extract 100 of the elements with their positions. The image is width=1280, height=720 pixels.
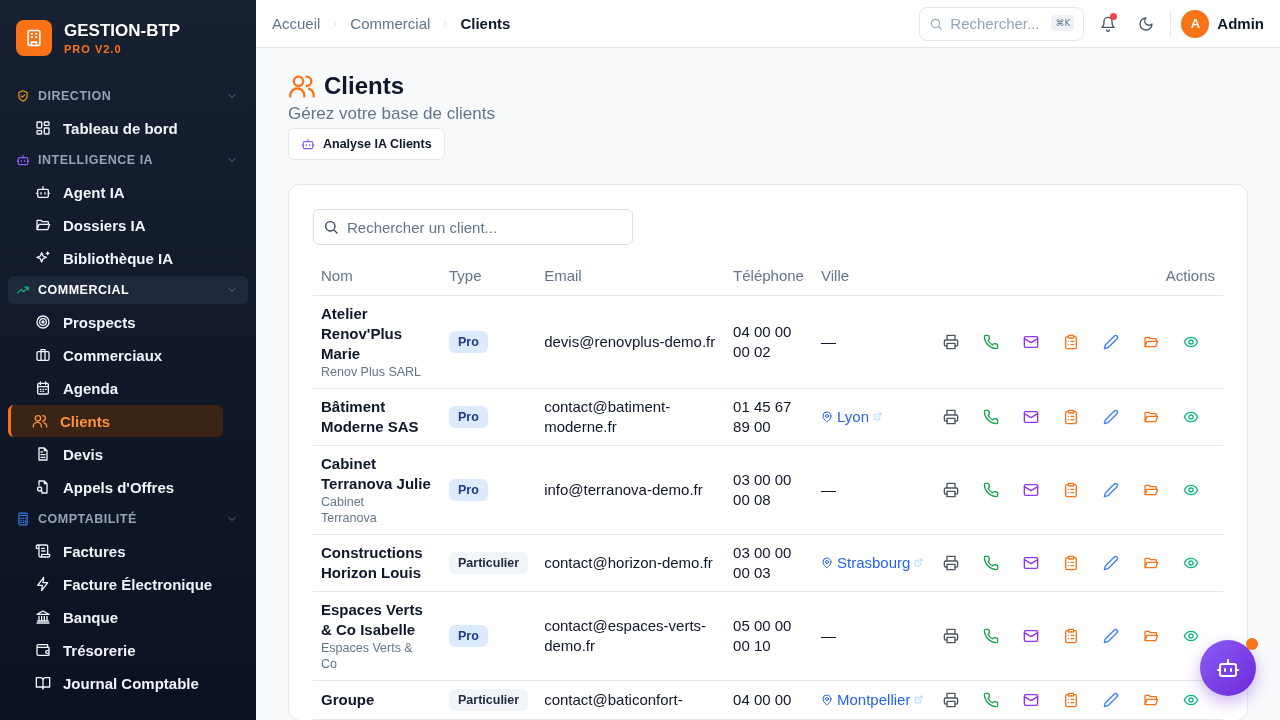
eye-icon [1183,555,1199,571]
edit-button[interactable] [1101,553,1121,573]
email-text: info@terranova-demo.fr [544,481,703,498]
phone-icon [983,334,999,350]
ai-analysis-button[interactable]: Analyse IA Clients [288,128,445,160]
phone-icon [983,692,999,708]
eye-icon [1183,409,1199,425]
folder-icon [1143,482,1159,498]
clipboard-icon [1063,692,1079,708]
nav-item[interactable]: Banque [8,601,223,633]
phone-button[interactable] [981,332,1001,352]
user-name[interactable]: Admin [1217,15,1264,32]
nav-item[interactable]: Agenda [8,372,223,404]
phone-button[interactable] [981,553,1001,573]
moon-icon [1138,15,1155,32]
folder-icon [1143,555,1159,571]
section-header[interactable]: COMPTABILITÉ [8,505,248,533]
printer-button[interactable] [941,480,961,500]
pin-icon [821,556,833,569]
printer-icon [943,482,959,498]
email-text: contact@baticonfort- [544,691,683,708]
printer-icon [943,692,959,708]
search-icon [929,16,944,31]
clipboard-icon [1063,628,1079,644]
printer-button[interactable] [941,690,961,710]
app-version: PRO V2.0 [64,43,123,55]
empty-city: — [821,333,836,350]
robot-icon [301,137,315,151]
breadcrumb-link[interactable]: Commercial [350,15,431,32]
nav-item[interactable]: Agent IA [8,176,223,208]
eye-icon [1183,334,1199,350]
edit-button[interactable] [1101,480,1121,500]
trend-icon [16,283,30,297]
pin-icon [821,693,833,706]
mail-icon [1023,555,1039,571]
printer-button[interactable] [941,332,961,352]
mail-icon [1023,692,1039,708]
type-tag: Pro [449,406,488,428]
phone-icon [983,409,999,425]
clipboard-icon [1063,555,1079,571]
nav-item[interactable]: Prospects [8,306,223,338]
type-tag: Pro [449,331,488,353]
nav-item[interactable]: Factures [8,535,223,567]
client-name: Groupe [321,690,376,710]
city-link[interactable]: Strasbourg [821,552,924,573]
nav-item[interactable]: Appels d'Offres [8,471,223,503]
search-icon [323,219,339,235]
column-header: Type [441,259,537,296]
phone-button[interactable] [981,626,1001,646]
search-field[interactable]: Rechercher un client... [313,209,633,245]
phone-button[interactable] [981,407,1001,427]
printer-button[interactable] [941,553,961,573]
phone-button[interactable] [981,480,1001,500]
robot-icon [1216,656,1240,680]
nav-item[interactable]: Tableau de bord [8,112,223,144]
printer-button[interactable] [941,407,961,427]
nav-item[interactable]: Bibliothèque IA [8,242,223,274]
edit-button[interactable] [1101,626,1121,646]
nav-item[interactable]: Devis [8,438,223,470]
nav-item[interactable]: Journal Comptable [8,667,223,699]
section-header[interactable]: INTELLIGENCE IA [8,146,248,174]
breadcrumb-link[interactable]: Accueil [272,15,321,32]
empty-city: — [821,627,836,644]
wallet-icon [35,642,51,658]
section-header[interactable]: DIRECTION [8,82,248,110]
shield-icon [16,89,30,103]
eye-icon [1183,482,1199,498]
city-link[interactable]: Montpellier [821,689,924,710]
lightning-icon [35,576,51,592]
edit-button[interactable] [1101,332,1121,352]
email-text: contact@horizon-demo.fr [544,554,713,571]
client-name: Espaces Verts & Co Isabelle [321,600,424,640]
clipboard-icon [1063,409,1079,425]
empty-city: — [821,481,836,498]
company-name: Renov Plus SARL [321,364,422,380]
edit-icon [1103,409,1119,425]
bell-icon [1100,15,1117,32]
edit-button[interactable] [1101,407,1121,427]
external-link-icon [914,695,924,704]
column-header: Actions [933,259,1223,296]
column-header: Email [536,259,726,296]
mail-icon [1023,334,1039,350]
pin-icon [821,410,833,423]
type-tag: Particulier [449,552,529,574]
nav-item[interactable]: Facture Électronique [8,568,223,600]
nav-item[interactable]: Clients [8,405,223,437]
edit-button[interactable] [1101,690,1121,710]
grid-icon [35,120,51,136]
section-header[interactable]: COMMERCIAL [8,276,248,304]
city-link[interactable]: Lyon [821,406,882,427]
clipboard-icon [1063,482,1079,498]
mail-icon [1023,409,1039,425]
robot-icon [16,153,30,167]
nav-item[interactable]: Dossiers IA [8,209,223,241]
folder-icon [1143,409,1159,425]
printer-button[interactable] [941,626,961,646]
bank-icon [35,609,51,625]
nav-item[interactable]: Trésorerie [8,634,223,666]
phone-button[interactable] [981,690,1001,710]
nav-item[interactable]: Commerciaux [8,339,223,371]
